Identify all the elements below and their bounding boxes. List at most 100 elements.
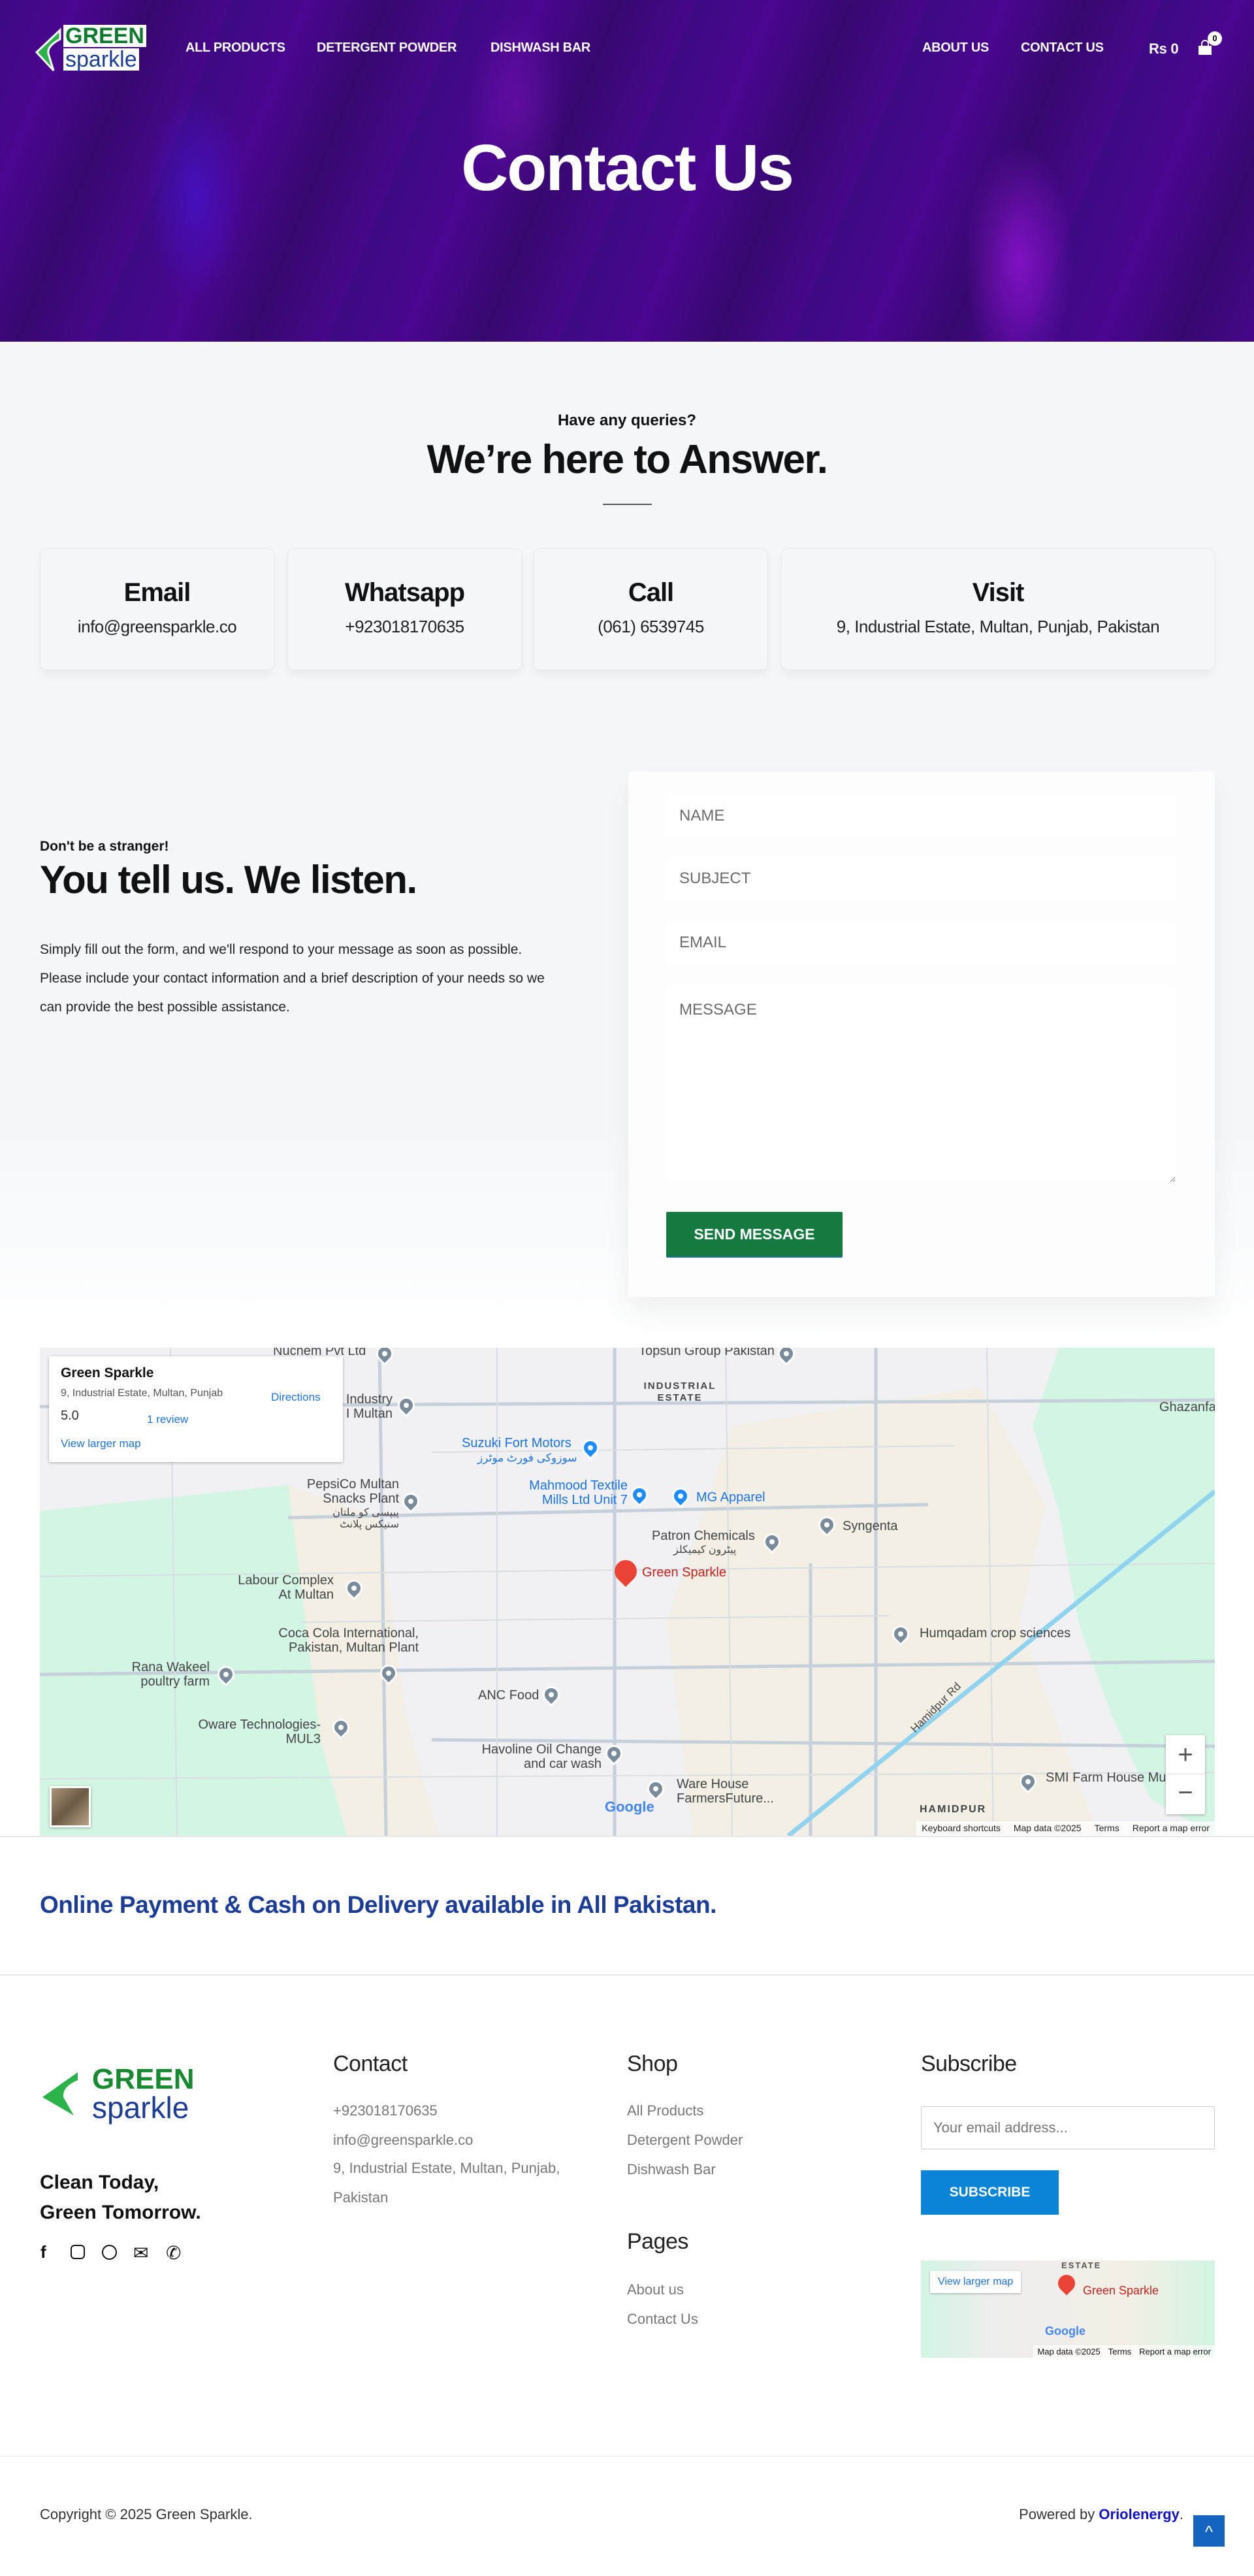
map-label: Patron Chemicals [652,1529,755,1543]
subject-input[interactable] [666,857,1176,900]
map-label: MG Apparel [696,1490,765,1505]
card-title: Email [123,578,191,607]
logo-leaf-icon [42,2072,78,2115]
map-label: پیپسی کو ملتان سنیکس پلانٹ [332,1507,399,1530]
map-label: Topsun Group Pakistan [639,1348,775,1358]
contact-heading: You tell us. We listen. [40,858,417,902]
footer-link-dishwash-bar[interactable]: Dishwash Bar [627,2161,716,2178]
map-label: ESTATE [1061,2260,1102,2270]
google-map[interactable]: Nuchem Pvt Ltd Topsun Group Pakistan IND… [40,1348,1215,1836]
map-label: Syngenta [843,1519,898,1533]
satellite-toggle[interactable] [50,1786,91,1827]
zoom-controls: + − [1166,1735,1205,1814]
map-label: Oware Technologies- MUL3 [198,1718,321,1746]
card-value[interactable]: (061) 6539745 [534,617,767,637]
footer-link-detergent-powder[interactable]: Detergent Powder [627,2132,743,2149]
map-rating: 5.0 [61,1409,79,1423]
view-larger-map-link[interactable]: View larger map [930,2271,1021,2293]
footer-link-all-products[interactable]: All Products [627,2102,703,2119]
footer-phone[interactable]: +923018170635 [333,2102,438,2119]
map-directions-link[interactable]: Directions [271,1391,321,1404]
footer-mini-map[interactable]: ESTATE View larger map Green Sparkle Goo… [921,2260,1215,2358]
terms-link[interactable]: Terms [1095,1823,1119,1834]
map-label: Industry I Multan [346,1392,393,1421]
map-attribution: Keyboard shortcuts Map data ©2025 Terms Rep… [916,1821,1215,1836]
name-input[interactable] [666,794,1176,838]
map-label: INDUSTRIAL ESTATE [643,1380,716,1403]
map-label: ANC Food [478,1688,539,1703]
keyboard-shortcuts-link[interactable]: Keyboard shortcuts [922,1823,1001,1834]
zoom-in-button[interactable]: + [1166,1735,1205,1774]
map-label: HAMIDPUR [920,1804,987,1815]
scroll-top-button[interactable]: ^ [1193,2515,1225,2547]
whatsapp-icon[interactable] [102,2245,117,2260]
card-value[interactable]: info@greensparkle.co [40,617,274,637]
mail-icon[interactable]: ✉ [133,2242,148,2264]
footer-shop-heading: Shop [627,2051,678,2076]
subscribe-button[interactable]: SUBSCRIBE [921,2170,1059,2215]
nav-detergent-powder[interactable]: DETERGENT POWDER [317,41,457,56]
hero-banner: GREEN sparkle ALL PRODUCTS DETERGENT POW… [0,0,1254,342]
footer-link-about-us[interactable]: About us [627,2281,684,2298]
map-attribution: Map data ©2025 Terms Report a map error [1033,2345,1215,2358]
message-textarea[interactable] [666,985,1176,1182]
footer-address: 9, Industrial Estate, Multan, Punjab, Pa… [333,2160,560,2206]
map-label: Mahmood Textile Mills Ltd Unit 7 [529,1478,628,1507]
view-larger-map-link[interactable]: View larger map [61,1437,141,1450]
map-place-name: Green Sparkle [61,1365,154,1380]
map-label: Labour Complex At Multan [238,1573,334,1602]
divider [0,1836,1254,1837]
card-value: 9, Industrial Estate, Multan, Punjab, Pa… [836,617,1160,636]
instagram-icon[interactable] [71,2245,85,2259]
footer-logo[interactable]: GREEN sparkle [40,2064,210,2127]
logo-text-sparkle: sparkle [63,48,139,71]
report-error-link[interactable]: Report a map error [1139,2347,1211,2356]
subscribe-email-input[interactable] [921,2106,1215,2149]
phone-icon[interactable]: ✆ [166,2242,181,2264]
report-error-link[interactable]: Report a map error [1133,1823,1210,1834]
copyright: Copyright © 2025 Green Sparkle. [40,2506,253,2522]
intro-heading: We’re here to Answer. [426,437,828,482]
google-logo: Google [1045,2324,1085,2338]
logo-text-green: GREEN [63,25,146,47]
footer-email[interactable]: info@greensparkle.co [333,2132,473,2149]
powered-by-suffix: . [1179,2506,1183,2522]
card-value[interactable]: +923018170635 [288,617,521,637]
map-label: Suzuki Fort Motors [462,1436,571,1450]
card-title: Whatsapp [344,578,465,607]
contact-kicker: Don't be a stranger! [40,839,169,854]
map-label: Green Sparkle [1083,2284,1159,2297]
location-marker-icon [1054,2271,1079,2296]
oriolenergy-link[interactable]: Oriolenergy [1099,2506,1179,2522]
nav-all-products[interactable]: ALL PRODUCTS [185,41,285,56]
tagline-line: Clean Today, [40,2172,159,2193]
zoom-out-button[interactable]: − [1166,1774,1205,1814]
map-label: Ghazanfa [1159,1400,1215,1414]
map-label: سوزوکی فورٹ موٹرز [477,1452,577,1464]
terms-link[interactable]: Terms [1108,2347,1131,2356]
map-label: Havoline Oil Change and car wash [481,1742,602,1771]
map-reviews-link[interactable]: 1 review [147,1413,188,1426]
nav-about-us[interactable]: ABOUT US [922,41,989,56]
logo[interactable]: GREEN sparkle [34,25,152,74]
map-label: Rana Wakeel poultry farm [131,1660,210,1689]
card-visit: Visit 9, Industrial Estate, Multan, Punja… [781,548,1215,670]
nav-dishwash-bar[interactable]: DISHWASH BAR [490,41,590,56]
cart-button[interactable]: 0 [1197,31,1222,56]
card-title: Call [628,578,674,607]
email-input[interactable] [666,921,1176,964]
send-message-button[interactable]: SEND MESSAGE [666,1212,843,1258]
map-label: SMI Farm House Mu [1046,1770,1166,1785]
tagline-line: Green Tomorrow. [40,2202,201,2223]
nav-contact-us[interactable]: CONTACT US [1021,41,1104,56]
cart-total[interactable]: Rs 0 [1149,41,1179,57]
logo-text-sparkle: sparkle [92,2091,189,2125]
footer-pages-heading: Pages [627,2229,688,2254]
map-label: Green Sparkle [642,1565,726,1580]
contact-form: SEND MESSAGE [628,772,1215,1297]
google-logo: Google [605,1799,654,1815]
map-label: PepsiCo Multan Snacks Plant [306,1477,399,1506]
card-title: Visit [972,578,1025,607]
footer-link-contact-us[interactable]: Contact Us [627,2311,698,2328]
facebook-icon[interactable]: f [40,2242,46,2262]
